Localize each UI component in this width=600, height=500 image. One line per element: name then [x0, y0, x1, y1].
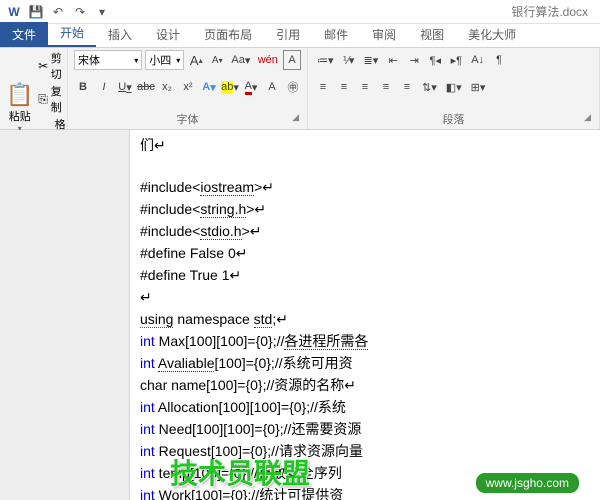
- justify-button[interactable]: ≡: [377, 77, 395, 97]
- tab-layout[interactable]: 页面布局: [192, 22, 264, 47]
- borders-button[interactable]: ⊞▾: [468, 77, 489, 97]
- redo-icon[interactable]: ↷: [70, 2, 90, 22]
- tab-references[interactable]: 引用: [264, 22, 312, 47]
- save-icon[interactable]: 💾: [26, 2, 46, 22]
- copy-button[interactable]: ⎘复制: [37, 83, 66, 115]
- strike-button[interactable]: abc: [137, 77, 155, 97]
- highlight-button[interactable]: ab▾: [221, 77, 239, 97]
- qat-more-icon[interactable]: ▾: [92, 2, 112, 22]
- distribute-button[interactable]: ≡: [398, 77, 416, 97]
- group-clipboard: 📋 粘贴 ▾ ✂剪切 ⎘复制 🖌格式刷 剪贴板◢: [0, 48, 68, 129]
- shrink-font-button[interactable]: A▾: [208, 50, 226, 70]
- align-right-button[interactable]: ≡: [356, 77, 374, 97]
- tab-review[interactable]: 审阅: [360, 22, 408, 47]
- tab-file[interactable]: 文件: [0, 22, 48, 47]
- watermark-url: www.jsgho.com: [475, 472, 580, 494]
- multilevel-button[interactable]: ≣▾: [361, 50, 382, 70]
- shading-button[interactable]: ◧▾: [443, 77, 465, 97]
- tab-view[interactable]: 视图: [408, 22, 456, 47]
- bullets-button[interactable]: ≔▾: [314, 50, 337, 70]
- line-spacing-button[interactable]: ⇅▾: [419, 77, 440, 97]
- tab-beautify[interactable]: 美化大师: [456, 22, 528, 47]
- italic-button[interactable]: I: [95, 77, 113, 97]
- superscript-button[interactable]: x²: [179, 77, 197, 97]
- group-font: 宋体▾ 小四▾ A▴ A▾ Aa▾ wén A B I U▾ abc x₂ x²…: [68, 48, 308, 129]
- char-shading-button[interactable]: A: [263, 77, 281, 97]
- scissors-icon: ✂: [37, 58, 48, 74]
- char-border-button[interactable]: A: [283, 50, 301, 70]
- phonetic-button[interactable]: wén: [256, 50, 280, 70]
- grow-font-button[interactable]: A▴: [187, 50, 205, 70]
- decrease-indent-button[interactable]: ⇤: [384, 50, 402, 70]
- enclose-char-button[interactable]: ㊥: [284, 77, 302, 97]
- numbering-button[interactable]: ⅟▾: [340, 50, 358, 70]
- show-marks-button[interactable]: ¶: [490, 50, 508, 70]
- tab-home[interactable]: 开始: [48, 20, 96, 47]
- font-size-combo[interactable]: 小四▾: [145, 50, 184, 70]
- group-paragraph: ≔▾ ⅟▾ ≣▾ ⇤ ⇥ ¶◂ ▸¶ A↓ ¶ ≡ ≡ ≡ ≡ ≡ ⇅▾ ◧▾ …: [308, 48, 600, 129]
- dialog-launcher-icon[interactable]: ◢: [584, 112, 591, 123]
- bold-button[interactable]: B: [74, 77, 92, 97]
- tab-insert[interactable]: 插入: [96, 22, 144, 47]
- align-left-button[interactable]: ≡: [314, 77, 332, 97]
- change-case-button[interactable]: Aa▾: [229, 50, 252, 70]
- font-color-button[interactable]: A▾: [242, 77, 260, 97]
- ltr-button[interactable]: ¶◂: [426, 50, 444, 70]
- copy-icon: ⎘: [37, 91, 48, 107]
- font-label: 字体◢: [74, 110, 301, 129]
- tab-mailings[interactable]: 邮件: [312, 22, 360, 47]
- align-center-button[interactable]: ≡: [335, 77, 353, 97]
- dialog-launcher-icon[interactable]: ◢: [292, 112, 299, 123]
- undo-icon[interactable]: ↶: [48, 2, 68, 22]
- sort-button[interactable]: A↓: [468, 50, 487, 70]
- tab-design[interactable]: 设计: [144, 22, 192, 47]
- word-icon[interactable]: W: [4, 2, 24, 22]
- underline-button[interactable]: U▾: [116, 77, 134, 97]
- document-title: 银行算法.docx: [112, 3, 596, 20]
- ribbon-tabs: 文件 开始 插入 设计 页面布局 引用 邮件 审阅 视图 美化大师: [0, 24, 600, 48]
- navigation-pane: [0, 130, 130, 500]
- cut-button[interactable]: ✂剪切: [37, 50, 66, 82]
- text-effects-button[interactable]: A▾: [200, 77, 218, 97]
- font-name-combo[interactable]: 宋体▾: [74, 50, 142, 70]
- paragraph-label: 段落◢: [314, 110, 593, 129]
- rtl-button[interactable]: ▸¶: [447, 50, 465, 70]
- increase-indent-button[interactable]: ⇥: [405, 50, 423, 70]
- subscript-button[interactable]: x₂: [158, 77, 176, 97]
- document-body[interactable]: 们↵ #include<iostream>↵ #include<string.h…: [130, 130, 600, 500]
